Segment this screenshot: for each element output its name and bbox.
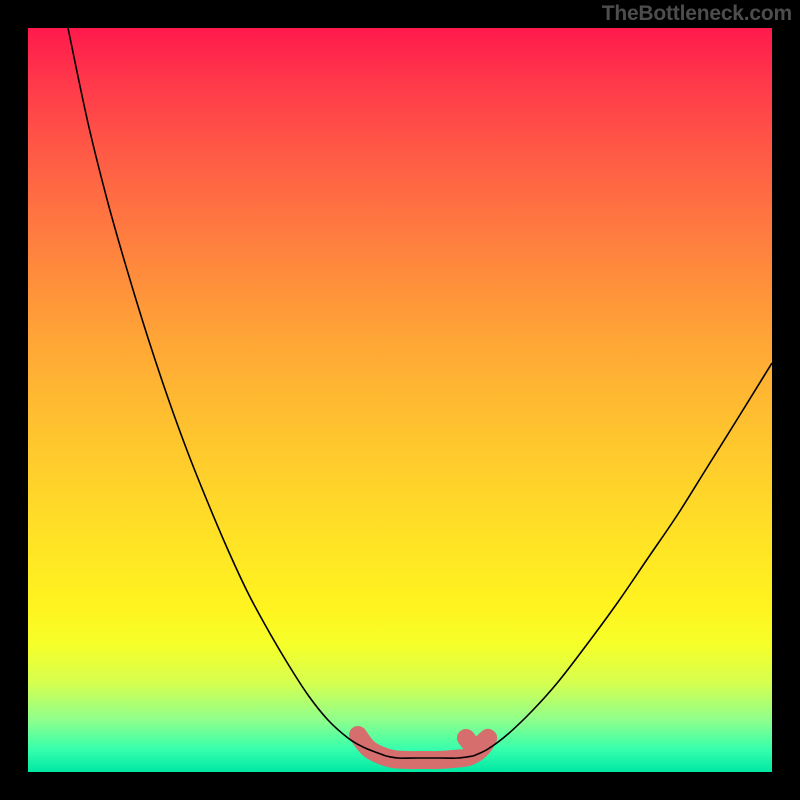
chart-plot-area <box>28 28 772 772</box>
right-curve-series <box>473 363 772 756</box>
watermark-text: TheBottleneck.com <box>602 2 792 26</box>
left-curve-series <box>68 28 386 756</box>
chart-svg <box>28 28 772 772</box>
